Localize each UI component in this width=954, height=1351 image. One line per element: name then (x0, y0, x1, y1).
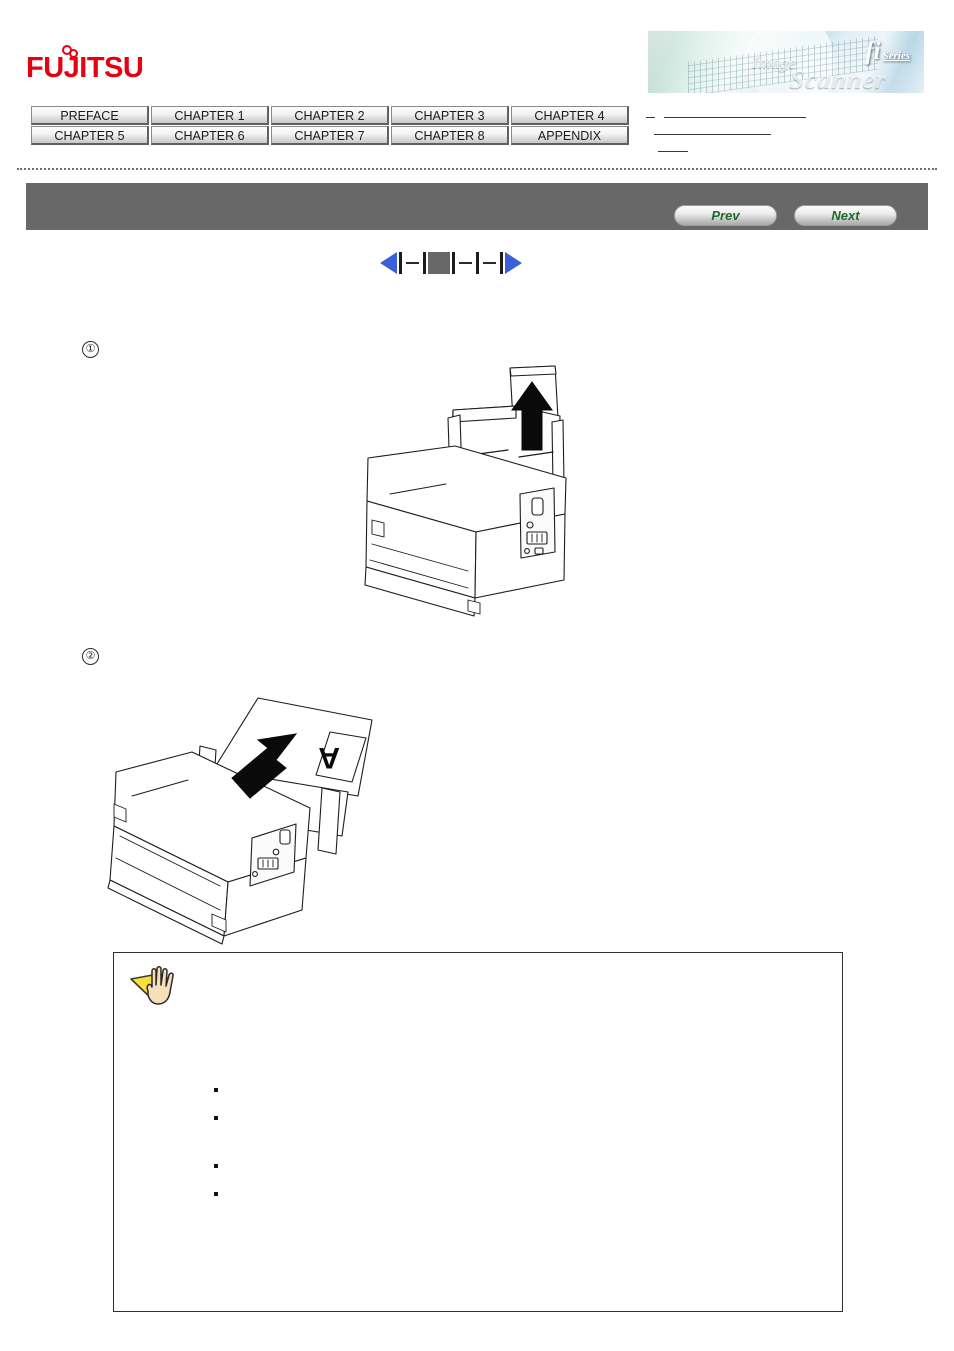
breadcrumb-line-2 (654, 134, 771, 135)
series-mark-text: Series (882, 50, 911, 62)
pagination-dash-3 (483, 262, 496, 264)
fujitsu-logo-text: FUJITSU (26, 52, 144, 84)
note-intro-text (214, 1037, 814, 1054)
pagination-divider-5 (500, 252, 503, 274)
tab-chapter-2[interactable]: CHAPTER 2 (271, 106, 389, 125)
chapter-tab-bar: PREFACE CHAPTER 1 CHAPTER 2 CHAPTER 3 CH… (29, 105, 631, 146)
pagination-divider-2 (423, 252, 426, 274)
note-spacer-1 (214, 1060, 814, 1080)
pagination-strip (380, 250, 522, 276)
bullet-square-icon (214, 1164, 218, 1168)
pagination-dash-1 (406, 262, 419, 264)
attention-hand-icon (128, 961, 184, 1009)
note-bullet-item-2 (214, 1108, 814, 1130)
page-header: FUJITSU Image Scanner fi Series (0, 0, 954, 100)
fi-series-mark: fi Series (865, 39, 910, 64)
scanner-extend-chute-diagram (320, 362, 610, 632)
pagination-current-page[interactable] (428, 252, 450, 274)
chapter-tab-row-1: PREFACE CHAPTER 1 CHAPTER 2 CHAPTER 3 CH… (31, 106, 629, 125)
document-orientation-letter: A (318, 741, 340, 774)
chapter-tab-row-2: CHAPTER 5 CHAPTER 6 CHAPTER 7 CHAPTER 8 … (31, 126, 629, 145)
breadcrumb-connector (646, 117, 655, 118)
attention-note-box (113, 952, 843, 1312)
tab-preface[interactable]: PREFACE (31, 106, 149, 125)
step-marker-1: ① (82, 341, 99, 358)
note-bullet-item-4 (214, 1184, 814, 1206)
note-bullet-item-3 (214, 1156, 814, 1178)
breadcrumb-line-3 (658, 151, 688, 152)
prev-button[interactable]: Prev (674, 205, 777, 226)
breadcrumb-line-1 (664, 117, 806, 118)
tab-chapter-6[interactable]: CHAPTER 6 (151, 126, 269, 145)
header-divider (17, 168, 937, 170)
tab-chapter-7[interactable]: CHAPTER 7 (271, 126, 389, 145)
tab-chapter-5[interactable]: CHAPTER 5 (31, 126, 149, 145)
banner-word-scanner: Scanner (788, 65, 889, 93)
note-spacer-2 (214, 1136, 814, 1156)
tab-chapter-8[interactable]: CHAPTER 8 (391, 126, 509, 145)
pagination-dash-2 (459, 262, 472, 264)
next-button[interactable]: Next (794, 205, 897, 226)
pagination-divider-3 (452, 252, 455, 274)
tab-appendix[interactable]: APPENDIX (511, 126, 629, 145)
fi-series-banner: Image Scanner fi Series (648, 31, 924, 93)
bullet-square-icon (214, 1116, 218, 1120)
tab-chapter-3[interactable]: CHAPTER 3 (391, 106, 509, 125)
fi-mark-text: fi (865, 38, 881, 65)
scanner-load-document-diagram: A (100, 686, 390, 948)
tab-chapter-1[interactable]: CHAPTER 1 (151, 106, 269, 125)
attention-note-body (214, 1037, 814, 1212)
pagination-divider-4 (476, 252, 479, 274)
bullet-square-icon (214, 1088, 218, 1092)
tab-chapter-4[interactable]: CHAPTER 4 (511, 106, 629, 125)
fujitsu-logo: FUJITSU (26, 44, 156, 84)
step-marker-2: ② (82, 648, 99, 665)
note-bullet-item-1 (214, 1080, 814, 1102)
navigation-toolbar: Prev Next (26, 183, 928, 230)
triangle-right-icon[interactable] (505, 252, 522, 274)
triangle-left-icon[interactable] (380, 252, 397, 274)
pagination-divider-1 (399, 252, 402, 274)
bullet-square-icon (214, 1192, 218, 1196)
